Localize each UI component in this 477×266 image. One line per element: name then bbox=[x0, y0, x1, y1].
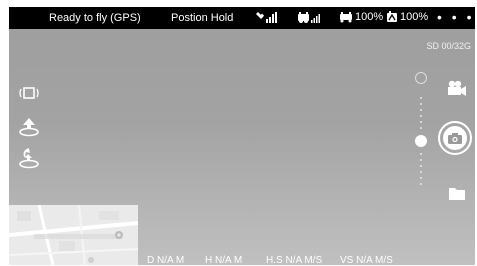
zoom-icon bbox=[415, 72, 427, 84]
zoom-tick bbox=[420, 97, 422, 99]
more-icon[interactable]: • • • bbox=[437, 9, 474, 25]
gps-signal-icon[interactable] bbox=[255, 10, 277, 24]
flight-mode[interactable]: Postion Hold bbox=[171, 12, 233, 24]
zoom-tick bbox=[420, 109, 422, 111]
flight-status[interactable]: Ready to fly (GPS) bbox=[49, 12, 141, 24]
remote-battery[interactable]: 100% bbox=[386, 11, 428, 23]
return-home-icon[interactable] bbox=[17, 147, 41, 169]
remote-battery-icon bbox=[387, 11, 397, 22]
zoom-tick bbox=[420, 153, 422, 155]
takeoff-icon[interactable] bbox=[17, 115, 41, 137]
zoom-tick bbox=[420, 177, 422, 179]
camera-view: Ready to fly (GPS) Postion Hold 100% 100… bbox=[9, 7, 475, 265]
rc-signal-icon[interactable] bbox=[297, 10, 321, 24]
gimbal-icon[interactable] bbox=[17, 83, 41, 103]
height-readout: H N/A M bbox=[205, 255, 243, 265]
shutter-camera-icon bbox=[443, 126, 467, 150]
video-mode-icon[interactable] bbox=[446, 79, 468, 102]
gallery-folder-icon[interactable] bbox=[448, 186, 466, 206]
distance-readout: D N/A M bbox=[147, 255, 185, 265]
zoom-tick bbox=[420, 159, 422, 161]
status-bar: Ready to fly (GPS) Postion Hold 100% 100… bbox=[9, 7, 475, 29]
vertical-speed-readout: VS N/A M/S bbox=[340, 255, 393, 265]
zoom-tick bbox=[420, 121, 422, 123]
shutter-button[interactable] bbox=[438, 121, 472, 155]
zoom-tick bbox=[420, 115, 422, 117]
zoom-slider-knob[interactable] bbox=[415, 135, 427, 147]
zoom-tick bbox=[420, 165, 422, 167]
mini-map[interactable] bbox=[9, 205, 138, 265]
zoom-tick bbox=[420, 183, 422, 185]
zoom-tick bbox=[420, 103, 422, 105]
zoom-tick bbox=[420, 127, 422, 129]
aircraft-battery-label: 100% bbox=[355, 11, 384, 23]
aircraft-battery[interactable]: 100% bbox=[339, 11, 383, 23]
horizontal-speed-readout: H.S N/A M/S bbox=[266, 255, 323, 265]
remote-battery-label: 100% bbox=[400, 11, 429, 23]
aircraft-battery-icon bbox=[340, 12, 352, 23]
app-frame: Ready to fly (GPS) Postion Hold 100% 100… bbox=[0, 0, 477, 266]
sd-storage: SD 00/32G bbox=[426, 41, 471, 51]
zoom-tick bbox=[420, 171, 422, 173]
